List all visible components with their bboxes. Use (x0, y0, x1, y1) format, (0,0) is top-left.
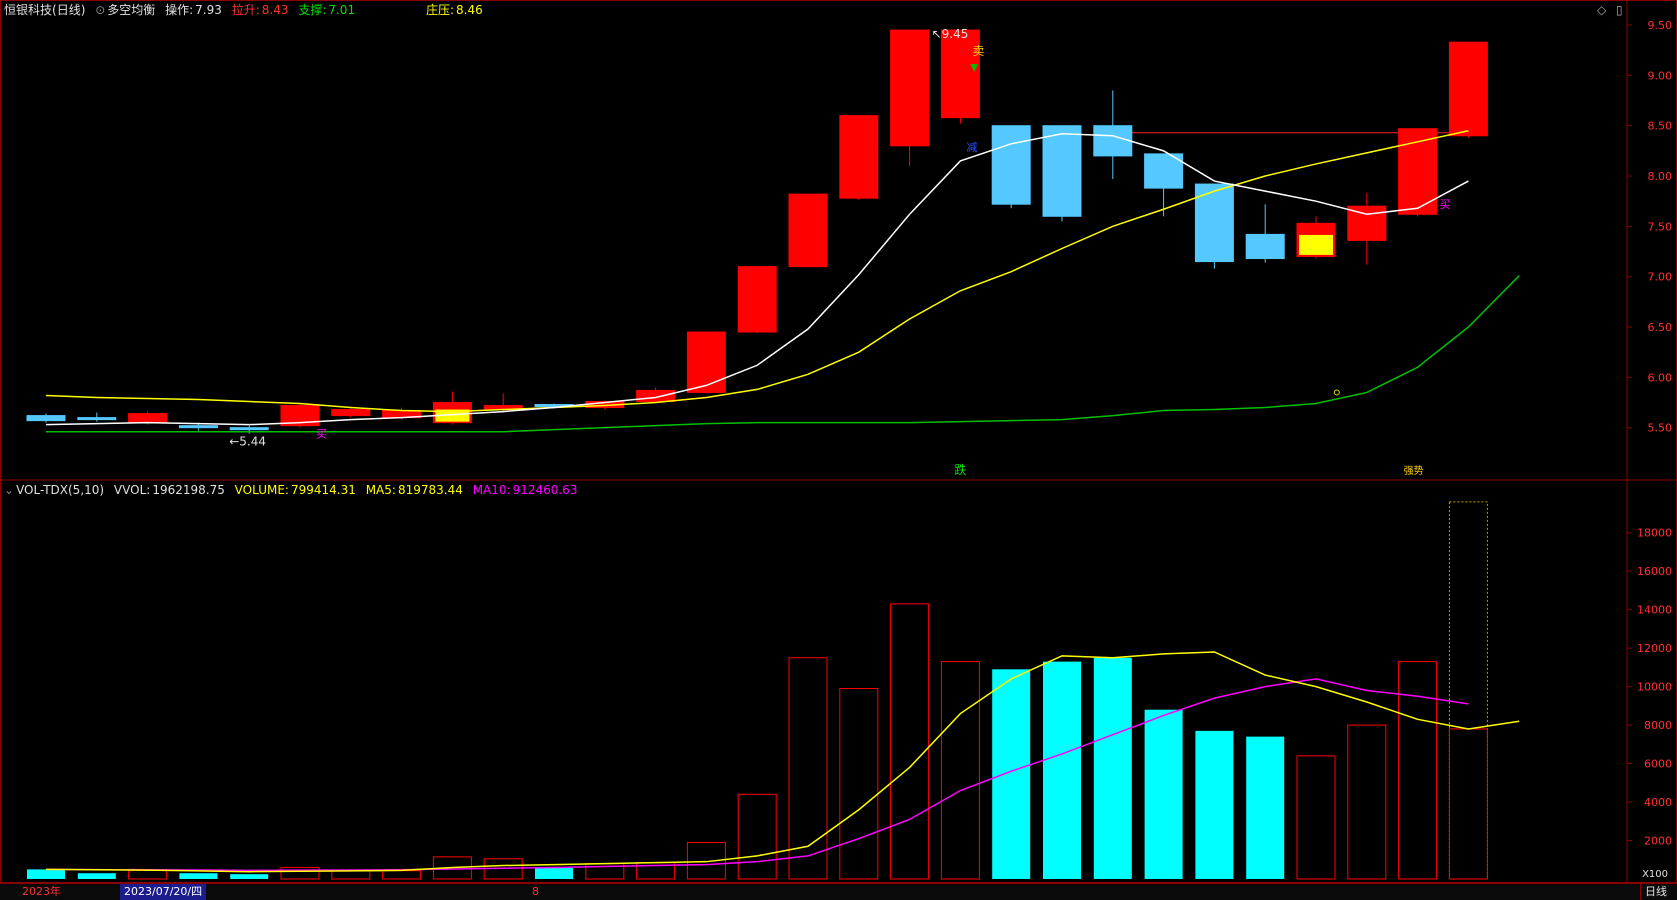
buy-signal: 买 (316, 428, 327, 441)
volume-tick-label: 14000 (1637, 604, 1672, 617)
volume-tick-label: 2000 (1644, 835, 1672, 848)
vol-ma5-line (45, 651, 1520, 873)
axis-labels: 9.50 9.00 8.50 8.00 7.50 7.00 6.50 6.00 5.50 1800… (1627, 19, 1672, 880)
volume-bar (1195, 730, 1234, 879)
year-label: 2023年 (22, 885, 61, 898)
candle-body (839, 115, 879, 199)
ma-green-line (46, 275, 1520, 433)
month-label: 8 (532, 885, 539, 898)
candle-body (737, 266, 777, 333)
volume-tick-label: 18000 (1637, 527, 1672, 540)
price-tick-label: 6.50 (1648, 321, 1673, 334)
volume-bar (992, 669, 1031, 879)
volume-tick-label: 16000 (1637, 565, 1672, 578)
candle-body (890, 29, 930, 147)
volume-bar (331, 870, 371, 880)
volume-bar (890, 603, 930, 880)
candle-body (128, 413, 168, 424)
volume-bar (1296, 755, 1336, 880)
price-tick-label: 9.00 (1648, 69, 1673, 82)
candle-body (229, 427, 269, 431)
candle-body (991, 125, 1031, 205)
volume-tick-label: 10000 (1637, 681, 1672, 694)
buy-signal-2: 买 (1440, 198, 1451, 211)
price-tick-label: 5.50 (1648, 422, 1673, 435)
period-button[interactable]: 日线 (1640, 884, 1671, 900)
price-tick-label: 9.50 (1648, 19, 1673, 32)
reduce-signal: 减 (966, 141, 977, 154)
stock-chart[interactable]: 9.50 9.00 8.50 8.00 7.50 7.00 6.50 6.00 5.50 1800… (0, 0, 1677, 883)
price-tick-label: 7.00 (1648, 271, 1673, 284)
volume-bar (1448, 501, 1488, 880)
candle-body (1245, 233, 1285, 260)
candle-body (178, 425, 218, 429)
price-panel (26, 29, 1520, 434)
volume-bar (839, 688, 879, 880)
volume-bar (280, 866, 320, 880)
volume-bar (77, 873, 116, 879)
sell-arrow-icon: ▼ (970, 62, 978, 73)
volume-tick-label: 8000 (1644, 719, 1672, 732)
volume-bar (940, 661, 980, 880)
candle-body (1093, 125, 1133, 157)
high-price-label: ↖9.45 (932, 27, 969, 41)
volume-bar (1246, 736, 1285, 879)
volume-bar (382, 870, 422, 880)
fall-marker: 跌 (954, 462, 966, 477)
volume-tick-label: 6000 (1644, 758, 1672, 771)
candle-body (77, 417, 117, 421)
strong-marker: 强势 (1404, 464, 1424, 477)
volume-bar (27, 869, 65, 879)
volume-bar (230, 874, 269, 879)
candle-highlight (1299, 234, 1333, 255)
price-tick-label: 8.00 (1648, 170, 1673, 183)
candle-body (1448, 41, 1488, 137)
volume-tick-label: 12000 (1637, 642, 1672, 655)
volume-bar-actual (1448, 728, 1488, 880)
time-axis-bar: 2023年 2023/07/20/四 8 日线 (0, 883, 1677, 900)
candle-body (940, 29, 980, 119)
candle-body (788, 193, 828, 268)
volume-bar (535, 867, 573, 879)
candle-body (1042, 125, 1082, 217)
price-tick-label: 8.50 (1648, 120, 1673, 133)
volume-bar (737, 793, 777, 880)
volume-tick-label: 4000 (1644, 796, 1672, 809)
candle-body (636, 389, 676, 402)
support-marker-icon (1333, 389, 1340, 396)
candle-body (26, 415, 66, 422)
volume-bar (1093, 657, 1132, 879)
volume-bar (128, 869, 168, 880)
low-price-label: ←5.44 (229, 435, 266, 449)
volume-unit-label: X100 (1642, 869, 1668, 880)
volume-bar (1144, 709, 1183, 879)
price-tick-label: 6.00 (1648, 371, 1673, 384)
volume-bar (179, 873, 218, 879)
price-tick-label: 7.50 (1648, 220, 1673, 233)
candle-body (331, 409, 371, 417)
sell-signal: 卖 (972, 44, 984, 58)
volume-panel (27, 501, 1520, 880)
volume-bar (1347, 724, 1387, 880)
date-cursor-label: 2023/07/20/四 (120, 884, 207, 900)
volume-bar (1043, 661, 1081, 879)
candle-body (686, 331, 726, 393)
